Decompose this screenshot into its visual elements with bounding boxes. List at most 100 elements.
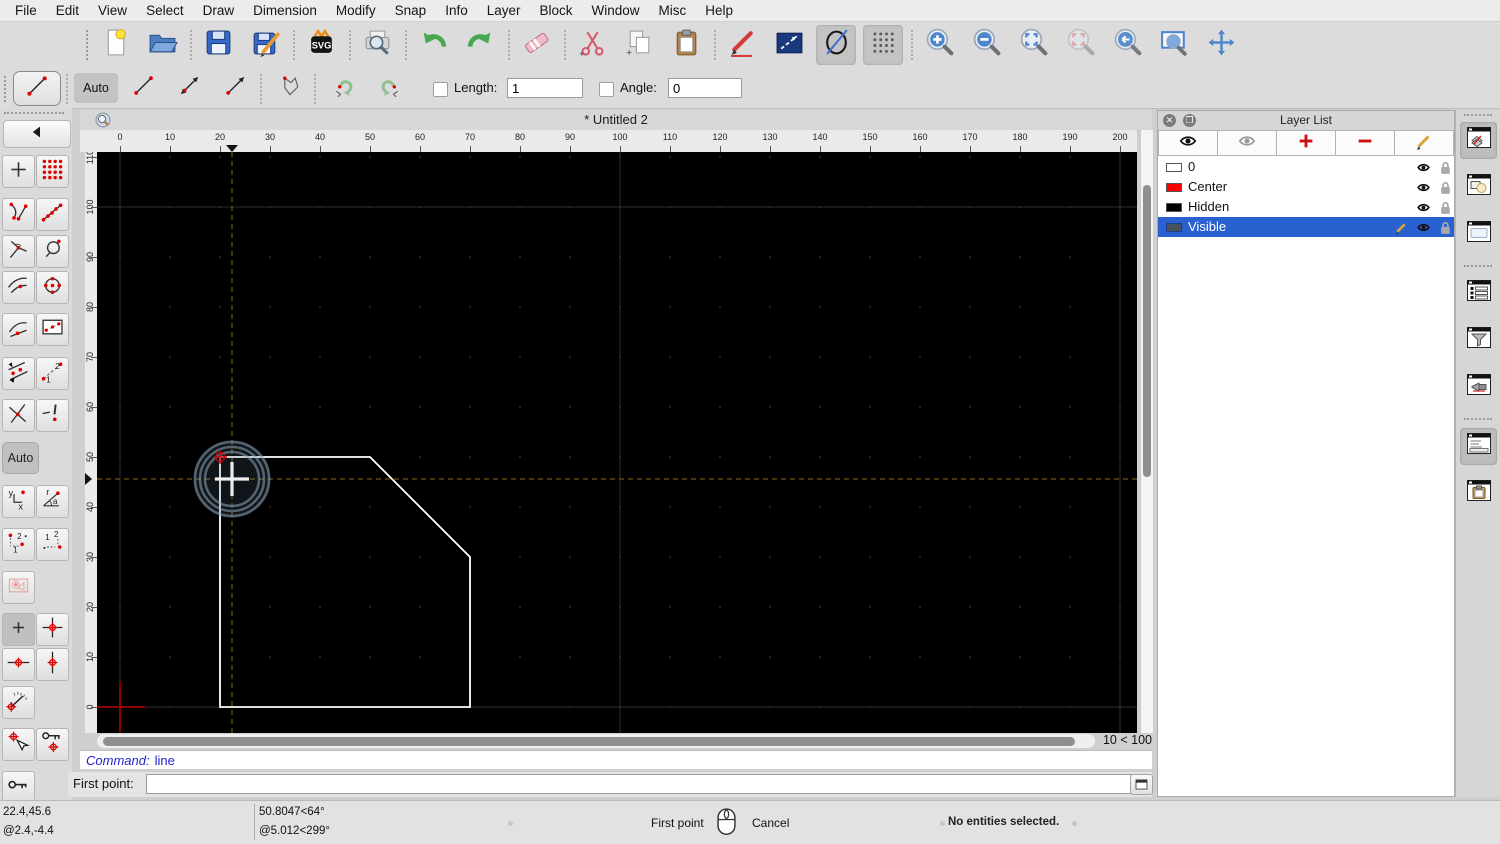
remove-layer-button[interactable]: [1336, 130, 1395, 156]
layer-lock-icon[interactable]: [1438, 220, 1453, 235]
snap-auto-button[interactable]: Auto: [2, 442, 39, 474]
corner-trim-21-button[interactable]: 12: [36, 528, 69, 561]
drawing-canvas[interactable]: [95, 152, 1137, 733]
dock-block-list-button[interactable]: [1460, 169, 1497, 206]
layer-visibility-icon[interactable]: [1416, 160, 1431, 175]
grid-toggle-button[interactable]: [863, 25, 903, 65]
dock-clipboard-button[interactable]: [1460, 475, 1497, 512]
angle-input[interactable]: [668, 78, 742, 98]
undo-button[interactable]: [413, 25, 453, 65]
print-preview-button[interactable]: [357, 25, 397, 65]
crosshair-vertical-button[interactable]: [36, 648, 69, 681]
delete-selected-button[interactable]: [516, 25, 556, 65]
menu-file[interactable]: File: [15, 3, 37, 18]
save-as-button[interactable]: [245, 25, 285, 65]
command-detach-button[interactable]: [1130, 774, 1153, 795]
corner-trim-12-button[interactable]: 12: [2, 528, 35, 561]
back-button[interactable]: [3, 120, 71, 148]
line-tool-button[interactable]: [13, 71, 61, 106]
polyline-button[interactable]: [268, 73, 312, 103]
vertical-scrollbar[interactable]: [1140, 130, 1153, 733]
selection-window-button[interactable]: [2, 571, 35, 604]
layer-row-0[interactable]: 0: [1158, 157, 1454, 177]
snap-free-button[interactable]: [2, 155, 35, 188]
redo-segment-button[interactable]: [368, 73, 412, 103]
horizontal-scrollbar[interactable]: [97, 734, 1095, 748]
snap-tangent-button[interactable]: [2, 271, 35, 304]
new-file-button[interactable]: [95, 25, 135, 65]
angle-checkbox[interactable]: [599, 82, 614, 97]
show-all-layers-button[interactable]: [1158, 130, 1218, 156]
snap-middle-button[interactable]: [2, 313, 35, 346]
horizontal-scrollbar-thumb[interactable]: [103, 736, 1075, 746]
menu-view[interactable]: View: [98, 3, 127, 18]
menu-window[interactable]: Window: [592, 3, 640, 18]
menu-select[interactable]: Select: [146, 3, 184, 18]
relative-zero-cursor-button[interactable]: [2, 728, 35, 761]
layer-row-hidden[interactable]: Hidden: [1158, 197, 1454, 217]
coordinate-polar-button[interactable]: ra: [36, 485, 69, 518]
view-previous-button[interactable]: [1107, 25, 1147, 65]
length-input[interactable]: [507, 78, 583, 98]
layer-row-visible[interactable]: Visible: [1158, 217, 1454, 237]
command-input[interactable]: [146, 774, 1136, 794]
menu-modify[interactable]: Modify: [336, 3, 376, 18]
zoom-previous-button[interactable]: [1060, 25, 1100, 65]
zoom-in-button[interactable]: [919, 25, 959, 65]
line-auto-button[interactable]: Auto: [74, 73, 118, 103]
snap-reference-button[interactable]: [36, 313, 69, 346]
draft-mode-button[interactable]: [816, 25, 856, 65]
layer-visibility-icon[interactable]: [1416, 200, 1431, 215]
layer-lock-icon[interactable]: [1438, 160, 1453, 175]
dock-layer-list-button[interactable]: [1460, 122, 1497, 159]
layer-edit-icon[interactable]: [1394, 220, 1409, 235]
modify-attributes-button[interactable]: [722, 25, 762, 65]
zoom-window-button[interactable]: [1154, 25, 1194, 65]
snap-intersection-button[interactable]: [2, 399, 35, 432]
crosshair-full-button[interactable]: [36, 613, 69, 646]
snap-endpoints-button[interactable]: [2, 198, 35, 231]
snap-perpendicular-button[interactable]: [2, 235, 35, 268]
dock-entity-tree-button[interactable]: [1460, 275, 1497, 312]
menu-dimension[interactable]: Dimension: [253, 3, 317, 18]
edit-layer-button[interactable]: [1395, 130, 1454, 156]
restrict-orthogonal-button[interactable]: [2, 357, 35, 390]
add-layer-button[interactable]: [1277, 130, 1336, 156]
entity-attributes-button[interactable]: [769, 25, 809, 65]
cut-button[interactable]: +: [572, 25, 612, 65]
vertical-scrollbar-thumb[interactable]: [1142, 185, 1151, 477]
menu-info[interactable]: Info: [445, 3, 468, 18]
dock-command-line-button[interactable]: [1460, 428, 1497, 465]
snap-grid-button[interactable]: [36, 155, 69, 188]
length-checkbox[interactable]: [433, 82, 448, 97]
toolbar-drag-handle[interactable]: [4, 76, 10, 102]
menu-edit[interactable]: Edit: [56, 3, 79, 18]
menu-snap[interactable]: Snap: [395, 3, 427, 18]
layer-lock-icon[interactable]: [1438, 200, 1453, 215]
redo-button[interactable]: [460, 25, 500, 65]
zoom-pan-button[interactable]: [1201, 25, 1241, 65]
isometric-protractor-button[interactable]: [2, 686, 35, 719]
hide-all-layers-button[interactable]: [1218, 130, 1277, 156]
undo-segment-button[interactable]: [322, 73, 366, 103]
paste-button[interactable]: [666, 25, 706, 65]
line-two-points-button[interactable]: [122, 73, 166, 103]
line-ray-button[interactable]: [214, 73, 258, 103]
open-file-button[interactable]: [142, 25, 182, 65]
layer-lock-icon[interactable]: [1438, 180, 1453, 195]
restrict-nothing-button[interactable]: [36, 399, 69, 432]
snap-on-entity-button[interactable]: [36, 198, 69, 231]
dock-library-browser-button[interactable]: [1460, 216, 1497, 253]
layer-visibility-icon[interactable]: [1416, 180, 1431, 195]
grid-orthogonal-button[interactable]: [2, 613, 35, 646]
menu-help[interactable]: Help: [705, 3, 733, 18]
snap-distance-button[interactable]: 12: [36, 357, 69, 390]
menu-draw[interactable]: Draw: [203, 3, 235, 18]
coordinate-cartesian-button[interactable]: yx: [2, 485, 35, 518]
save-button[interactable]: [198, 25, 238, 65]
export-svg-button[interactable]: SVG: [301, 25, 341, 65]
dock-filter-button[interactable]: [1460, 322, 1497, 359]
menu-block[interactable]: Block: [540, 3, 573, 18]
layer-row-center[interactable]: Center: [1158, 177, 1454, 197]
layer-visibility-icon[interactable]: [1416, 220, 1431, 235]
